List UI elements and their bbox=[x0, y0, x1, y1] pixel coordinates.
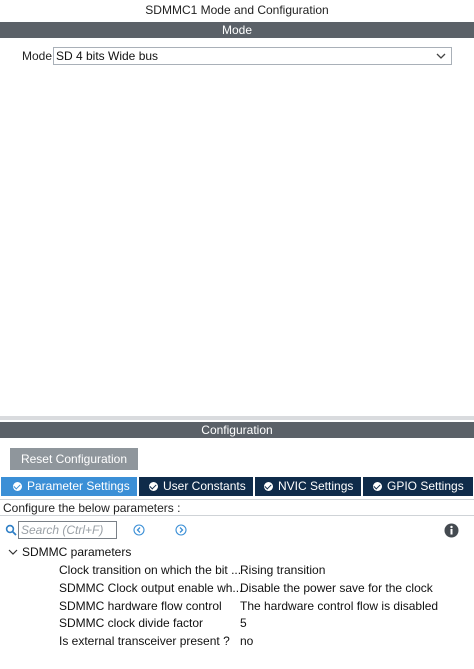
param-name-external-transceiver[interactable]: Is external transceiver present ? bbox=[59, 634, 230, 648]
window-title: SDMMC1 Mode and Configuration bbox=[145, 3, 329, 17]
check-circle-icon bbox=[13, 482, 22, 491]
param-value-clock-transition[interactable]: Rising transition bbox=[240, 563, 325, 577]
mode-select-value: SD 4 bits Wide bus bbox=[56, 49, 159, 63]
tab-user-constants[interactable]: User Constants bbox=[139, 477, 253, 496]
reset-configuration-button[interactable]: Reset Configuration bbox=[10, 448, 138, 470]
check-circle-icon bbox=[149, 482, 158, 491]
tree-group-sdmmc-parameters[interactable]: SDMMC parameters bbox=[8, 545, 131, 559]
section-divider[interactable] bbox=[0, 416, 474, 420]
config-tab-bar: Parameter Settings User Constants NVIC S… bbox=[1, 477, 473, 496]
search-icon[interactable] bbox=[5, 524, 17, 536]
tab-gpio-settings[interactable]: GPIO Settings bbox=[363, 477, 473, 496]
arrow-right-circle-icon[interactable] bbox=[175, 524, 187, 536]
param-value-clock-divide-factor[interactable]: 5 bbox=[240, 616, 247, 630]
param-name-hardware-flow-control[interactable]: SDMMC hardware flow control bbox=[59, 599, 222, 613]
check-circle-icon bbox=[264, 482, 273, 491]
configuration-section-header: Configuration bbox=[0, 422, 474, 438]
param-name-clock-transition[interactable]: Clock transition on which the bit ... bbox=[59, 563, 241, 577]
mode-section-header: Mode bbox=[0, 22, 474, 38]
param-value-external-transceiver[interactable]: no bbox=[240, 634, 253, 648]
param-value-hardware-flow-control[interactable]: The hardware control flow is disabled bbox=[240, 599, 438, 613]
param-value-clock-output-enable[interactable]: Disable the power save for the clock bbox=[240, 581, 433, 595]
check-circle-icon bbox=[373, 482, 382, 491]
search-field[interactable] bbox=[18, 521, 117, 539]
mode-select[interactable]: SD 4 bits Wide bus bbox=[53, 47, 452, 65]
tab-nvic-settings[interactable]: NVIC Settings bbox=[255, 477, 361, 496]
configure-hint: Configure the below parameters : bbox=[0, 499, 474, 516]
tab-parameter-settings[interactable]: Parameter Settings bbox=[1, 477, 137, 496]
info-icon[interactable] bbox=[444, 523, 459, 538]
param-name-clock-divide-factor[interactable]: SDMMC clock divide factor bbox=[59, 616, 203, 630]
mode-label: Mode bbox=[22, 49, 53, 63]
search-input[interactable] bbox=[19, 522, 117, 538]
param-name-clock-output-enable[interactable]: SDMMC Clock output enable wh... bbox=[59, 581, 242, 595]
chevron-down-icon bbox=[436, 53, 446, 59]
chevron-expanded-icon[interactable] bbox=[8, 547, 18, 557]
arrow-left-circle-icon[interactable] bbox=[133, 524, 145, 536]
